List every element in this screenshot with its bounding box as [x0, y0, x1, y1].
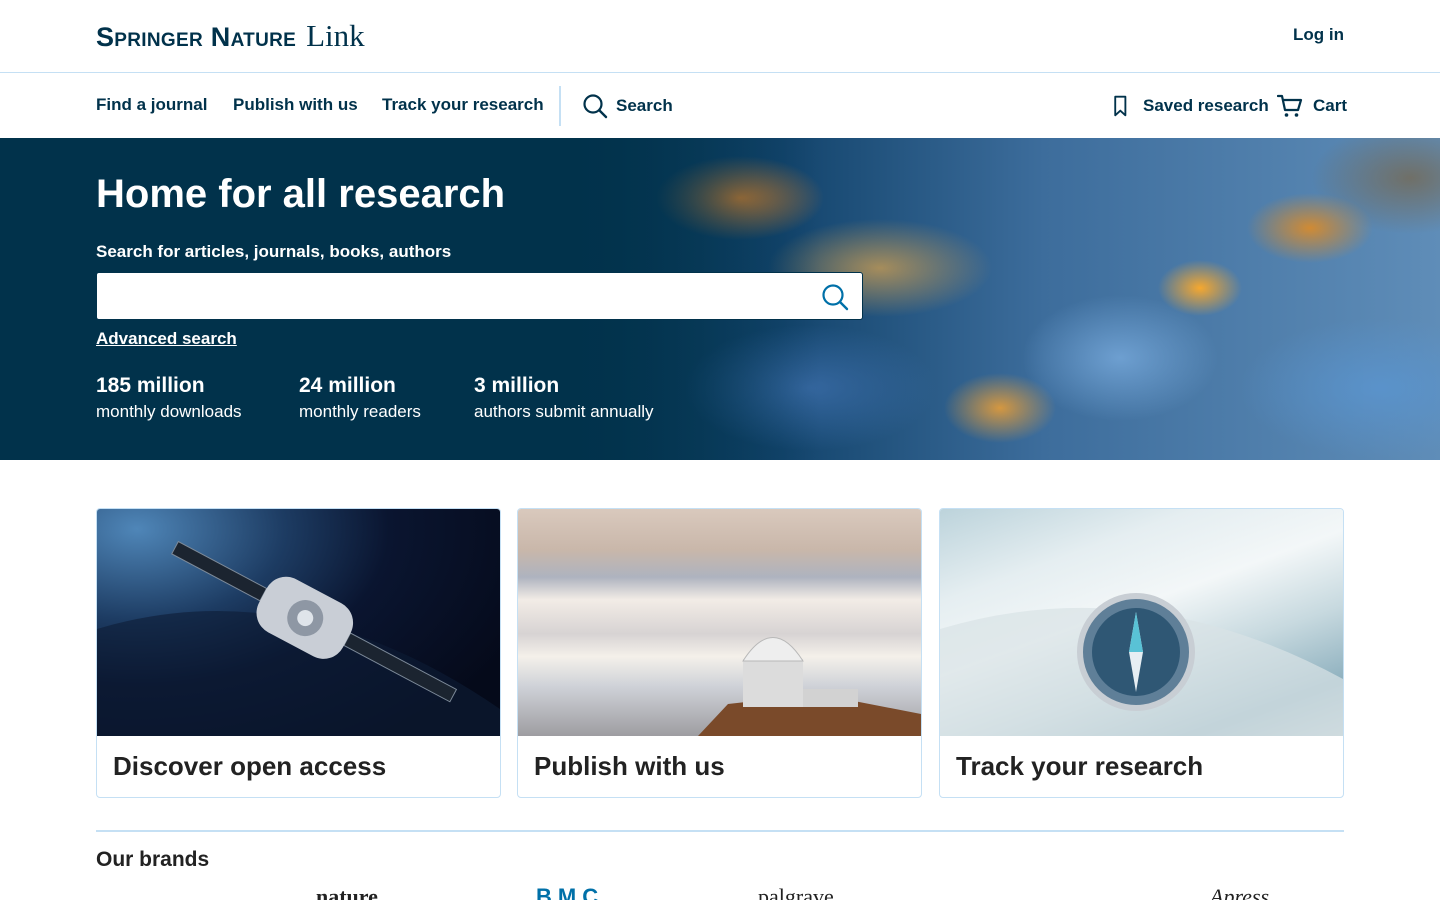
- top-bar: Springer Nature Link Log in: [0, 0, 1440, 73]
- springer-nature-link-logo[interactable]: Springer Nature Link: [96, 18, 365, 54]
- hero-search-submit-icon[interactable]: [820, 282, 850, 312]
- stat-value: 24 million: [299, 374, 396, 397]
- cart-icon: [1277, 94, 1303, 117]
- nav-search-label: Search: [616, 96, 673, 115]
- brands-heading: Our brands: [96, 848, 210, 871]
- stat-authors: 3 million authors submit annually: [474, 374, 654, 422]
- brand-logo-bmc[interactable]: BMC: [536, 884, 604, 900]
- stat-label: monthly downloads: [96, 402, 242, 421]
- stat-downloads: 185 million monthly downloads: [96, 374, 242, 422]
- stat-label: authors submit annually: [474, 402, 654, 421]
- card-publish-with-us[interactable]: Publish with us: [517, 508, 922, 798]
- stat-value: 185 million: [96, 374, 205, 397]
- nav-search-button[interactable]: Search: [582, 93, 673, 119]
- card-image-satellite: [97, 509, 500, 736]
- card-title: Publish with us: [534, 751, 725, 781]
- brand-link-text: Link: [306, 18, 365, 53]
- nav-find-journal[interactable]: Find a journal: [96, 95, 207, 115]
- advanced-search-link[interactable]: Advanced search: [96, 329, 237, 349]
- brands-divider: [96, 830, 1344, 832]
- card-title: Discover open access: [113, 751, 387, 781]
- brand-logo-nature[interactable]: nature: [316, 884, 378, 900]
- stat-label: monthly readers: [299, 402, 421, 421]
- card-image-observatory: [518, 509, 921, 736]
- card-discover-open-access[interactable]: Discover open access: [96, 508, 501, 798]
- search-icon: [583, 94, 608, 119]
- bookmark-icon: [1114, 95, 1127, 117]
- page-title: Home for all research: [96, 172, 506, 216]
- nav-divider: [559, 86, 561, 126]
- hero-search-input[interactable]: [96, 272, 863, 320]
- satellite-illustration: [97, 540, 500, 736]
- observatory-illustration: [698, 637, 921, 736]
- main-nav: Find a journal Publish with us Track you…: [0, 74, 1440, 138]
- hero-search-label: Search for articles, journals, books, au…: [96, 242, 452, 261]
- nav-publish-with-us[interactable]: Publish with us: [233, 95, 358, 115]
- compass-illustration: [940, 593, 1343, 736]
- saved-research-link[interactable]: Saved research: [1111, 93, 1269, 119]
- stat-readers: 24 million monthly readers: [299, 374, 421, 422]
- cart-link[interactable]: Cart: [1277, 93, 1347, 119]
- card-track-your-research[interactable]: Track your research: [939, 508, 1344, 798]
- hero-banner: Home for all research Search for article…: [0, 138, 1440, 460]
- login-link[interactable]: Log in: [1293, 25, 1344, 45]
- brand-logo-apress[interactable]: Apress: [1210, 884, 1269, 900]
- stat-value: 3 million: [474, 374, 560, 397]
- saved-research-label: Saved research: [1143, 96, 1269, 115]
- nav-track-research[interactable]: Track your research: [382, 95, 544, 115]
- brand-logo-palgrave[interactable]: palgrave: [758, 884, 834, 900]
- card-title: Track your research: [956, 751, 1204, 781]
- cart-label: Cart: [1313, 96, 1348, 115]
- card-image-compass-book: [940, 509, 1343, 736]
- brand-main-text: Springer Nature: [96, 22, 297, 52]
